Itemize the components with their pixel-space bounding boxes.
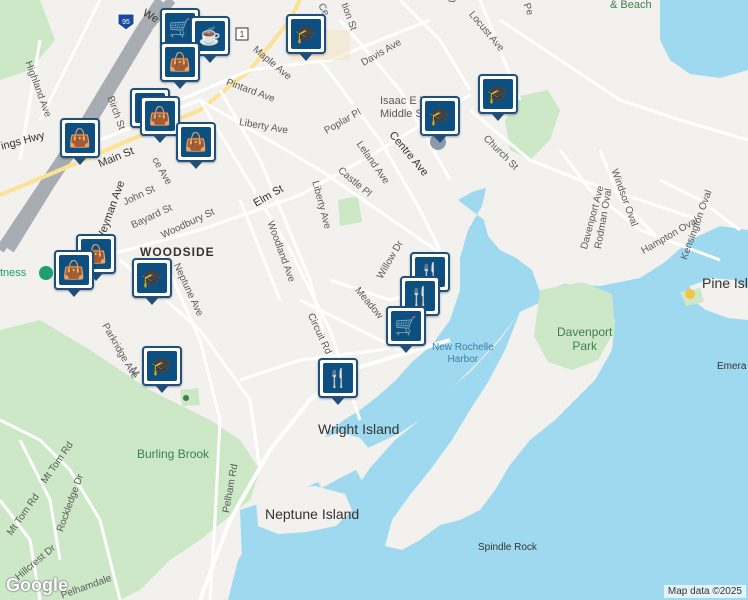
top-right-water (660, 0, 748, 78)
school-icon: 🎓 (137, 263, 167, 293)
map-marker-bag[interactable]: 👜 (160, 42, 200, 89)
label-fitness: tness (0, 267, 27, 279)
cart-icon: 🛒 (391, 311, 421, 341)
map-canvas[interactable]: 95 1 Wright Island Neptune Island Davenp… (0, 0, 748, 600)
us1-shield-label: 1 (240, 30, 245, 39)
label-new-rochelle-harbor: New Rochelle Harbor (432, 342, 494, 365)
bag-icon: 👜 (165, 47, 195, 77)
fitness-landmark-dot (39, 266, 53, 280)
label-woodside: WOODSIDE (140, 245, 215, 259)
label-emerald: Emera (717, 361, 747, 372)
map-base-layer: 95 1 (0, 0, 748, 600)
map-marker-restaurant[interactable]: 🍴 (318, 358, 358, 405)
map-marker-bag[interactable]: 👜 (54, 250, 94, 297)
bag-icon: 👜 (65, 123, 95, 153)
map-marker-bag[interactable]: 👜 (60, 118, 100, 165)
label-top-right: & Beach (610, 0, 652, 11)
school-icon: 🎓 (147, 351, 177, 381)
label-davenport-park: Davenport Park (557, 325, 613, 354)
pine-island-dot (685, 289, 695, 299)
map-marker-school[interactable]: 🎓 (420, 96, 460, 143)
school-icon: 🎓 (483, 79, 513, 109)
label-wright-island: Wright Island (318, 421, 400, 437)
map-marker-school[interactable]: 🎓 (132, 258, 172, 305)
i95-shield: 95 (117, 13, 135, 31)
park-small-1 (180, 388, 200, 406)
label-neptune-island: Neptune Island (265, 506, 360, 522)
label-burling-brook: Burling Brook (137, 447, 210, 461)
restaurant-icon: 🍴 (323, 363, 353, 393)
map-marker-cart[interactable]: 🛒 (386, 306, 426, 353)
map-marker-school[interactable]: 🎓 (142, 346, 182, 393)
us1-shield: 1 (235, 27, 249, 41)
park-castle (338, 196, 362, 226)
label-pine-island: Pine Isl (702, 275, 748, 291)
bag-icon: 👜 (181, 127, 211, 157)
map-marker-school[interactable]: 🎓 (478, 74, 518, 121)
google-logo: Google (6, 575, 68, 595)
i95-shield-label: 95 (122, 19, 130, 26)
label-spindle-rock: Spindle Rock (478, 542, 537, 553)
map-marker-bag[interactable]: 👜 (176, 122, 216, 169)
school-icon: 🎓 (291, 19, 321, 49)
bag-icon: 👜 (59, 255, 89, 285)
map-marker-school[interactable]: 🎓 (286, 14, 326, 61)
map-attribution[interactable]: Map data ©2025 (663, 585, 746, 598)
bag-icon: 👜 (145, 101, 175, 131)
school-icon: 🎓 (425, 101, 455, 131)
burling-dot (183, 395, 189, 401)
map-marker-bag[interactable]: 👜 (140, 96, 180, 143)
